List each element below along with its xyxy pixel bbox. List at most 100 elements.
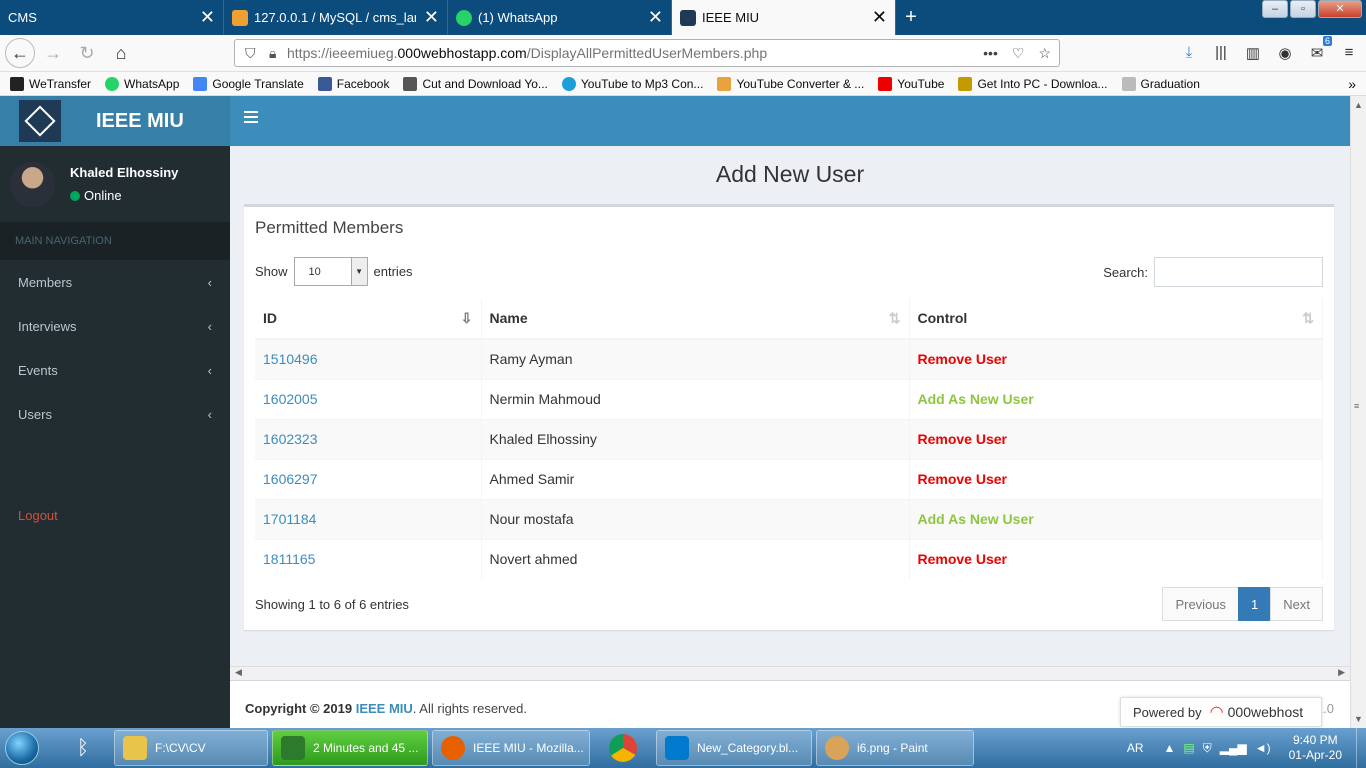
- tab-title: 127.0.0.1 / MySQL / cms_larave: [254, 10, 416, 25]
- chevron-right-icon[interactable]: »: [1348, 76, 1356, 92]
- taskbar-item-vscode[interactable]: New_Category.bl...: [656, 730, 812, 766]
- network-icon[interactable]: ▂▄▆: [1220, 741, 1247, 755]
- remove-user-button[interactable]: Remove User: [909, 458, 1323, 499]
- home-icon[interactable]: ⌂: [105, 37, 137, 69]
- show-desktop-button[interactable]: [1356, 728, 1366, 768]
- bookmark-facebook[interactable]: Facebook: [317, 76, 389, 91]
- next-page-button[interactable]: Next: [1270, 587, 1323, 621]
- security-icon[interactable]: ⛨: [1203, 741, 1212, 756]
- vertical-scrollbar[interactable]: ▲ ≡ ▼: [1350, 96, 1366, 728]
- new-tab-button[interactable]: +: [896, 0, 926, 35]
- add-as-new-user-button[interactable]: Add As New User: [909, 498, 1323, 539]
- bookmark-graduation[interactable]: Graduation: [1121, 76, 1200, 91]
- close-icon[interactable]: ✕: [872, 7, 887, 28]
- remove-user-button[interactable]: Remove User: [909, 418, 1323, 459]
- close-icon[interactable]: ✕: [648, 7, 663, 28]
- sidebar-item-events[interactable]: Events ‹: [0, 348, 230, 392]
- battery-icon[interactable]: ▤: [1183, 741, 1194, 755]
- lock-icon[interactable]: 🔒︎: [269, 45, 276, 62]
- bookmark-google-translate[interactable]: Google Translate: [193, 76, 304, 91]
- member-id[interactable]: 1701184: [255, 498, 482, 539]
- bookmark-star-icon[interactable]: ☆: [1038, 45, 1051, 62]
- scroll-left-icon[interactable]: ◀: [235, 667, 242, 678]
- bookmark-whatsapp[interactable]: WhatsApp: [105, 76, 179, 91]
- back-arrow-icon[interactable]: ←: [5, 38, 35, 68]
- tab-phpmyadmin[interactable]: 127.0.0.1 / MySQL / cms_larave ✕: [224, 0, 448, 35]
- account-icon[interactable]: ◉: [1276, 44, 1294, 62]
- scroll-down-icon[interactable]: ▼: [1354, 714, 1363, 724]
- member-id[interactable]: 1510496: [255, 338, 482, 379]
- bookmark-cut-download[interactable]: Cut and Download Yo...: [403, 76, 548, 91]
- member-id[interactable]: 1602323: [255, 418, 482, 459]
- page-length-select[interactable]: 10 ▼: [293, 257, 368, 286]
- remove-user-button[interactable]: Remove User: [909, 338, 1323, 379]
- volume-icon[interactable]: ◄): [1255, 741, 1271, 755]
- close-icon[interactable]: ✕: [424, 7, 439, 28]
- taskbar-item-firefox[interactable]: IEEE MIU - Mozilla...: [432, 730, 590, 766]
- minimize-button[interactable]: –: [1262, 0, 1288, 18]
- sidebar-item-members[interactable]: Members ‹: [0, 260, 230, 304]
- taskbar-item-paint[interactable]: i6.png - Paint: [816, 730, 974, 766]
- maximize-button[interactable]: ▫: [1290, 0, 1316, 18]
- sidebar-item-interviews[interactable]: Interviews ‹: [0, 304, 230, 348]
- tab-ieee-miu[interactable]: IEEE MIU ✕: [672, 0, 896, 35]
- member-id[interactable]: 1606297: [255, 458, 482, 499]
- bookmark-youtube-converter[interactable]: YouTube Converter & ...: [717, 76, 864, 91]
- page-actions-icon[interactable]: •••: [983, 45, 998, 62]
- previous-page-button[interactable]: Previous: [1162, 587, 1240, 621]
- horizontal-scrollbar[interactable]: ◀ ▶: [230, 666, 1350, 680]
- member-id[interactable]: 1602005: [255, 378, 482, 419]
- library-icon[interactable]: |||: [1212, 44, 1230, 62]
- sidebar-icon[interactable]: ▥: [1244, 44, 1262, 62]
- window-close-button[interactable]: ✕: [1318, 0, 1362, 18]
- scroll-up-icon[interactable]: ▲: [1354, 100, 1363, 110]
- scroll-right-icon[interactable]: ▶: [1338, 667, 1345, 678]
- tab-cms[interactable]: CMS ✕: [0, 0, 224, 35]
- column-header-name[interactable]: Name ⇅: [481, 298, 910, 340]
- extension-icon[interactable]: ✉ 6: [1308, 36, 1332, 62]
- tab-title: CMS: [8, 10, 37, 25]
- progress-icon: [281, 736, 305, 760]
- search-input[interactable]: [1154, 257, 1323, 287]
- language-indicator[interactable]: AR: [1127, 741, 1144, 755]
- chrome-icon[interactable]: [604, 730, 642, 766]
- scroll-grip-icon[interactable]: ≡: [1354, 401, 1359, 411]
- download-icon[interactable]: ⤓: [1180, 44, 1198, 62]
- menu-icon[interactable]: ≡: [1340, 44, 1358, 62]
- taskbar-item-explorer[interactable]: F:\CV\CV: [114, 730, 268, 766]
- pocket-icon[interactable]: ♡: [1012, 45, 1025, 62]
- start-button[interactable]: [0, 728, 44, 768]
- taskbar-item-progress[interactable]: 2 Minutes and 45 ...: [272, 730, 428, 766]
- bookmark-youtube-mp3[interactable]: YouTube to Mp3 Con...: [561, 76, 703, 91]
- bluetooth-icon[interactable]: ᛒ: [64, 730, 102, 766]
- window-controls: – ▫ ✕: [1262, 0, 1362, 18]
- url-bar[interactable]: ⛉ 🔒︎ https://ieeemiueg.000webhostapp.com…: [234, 39, 1060, 67]
- tab-title: IEEE MIU: [702, 10, 760, 25]
- forward-arrow-icon[interactable]: →: [37, 37, 69, 69]
- clock[interactable]: 9:40 PM 01-Apr-20: [1289, 733, 1342, 763]
- page-1-button[interactable]: 1: [1238, 587, 1272, 621]
- shield-icon[interactable]: ⛉: [245, 45, 256, 62]
- bookmark-wetransfer[interactable]: WeTransfer: [10, 76, 91, 91]
- column-header-control[interactable]: Control ⇅: [909, 298, 1323, 340]
- add-as-new-user-button[interactable]: Add As New User: [909, 378, 1323, 419]
- sidebar: IEEE MIU Khaled Elhossiny Online MAIN NA…: [0, 96, 230, 728]
- reload-icon[interactable]: ↻: [71, 37, 103, 69]
- chevron-left-icon: ‹: [207, 318, 212, 334]
- hamburger-menu-icon[interactable]: [244, 111, 258, 126]
- remove-user-button[interactable]: Remove User: [909, 538, 1323, 579]
- member-id[interactable]: 1811165: [255, 538, 482, 579]
- logout-link[interactable]: Logout: [0, 508, 230, 523]
- logo[interactable]: IEEE MIU: [0, 96, 230, 146]
- column-header-id[interactable]: ID ⇩: [255, 298, 482, 340]
- tab-whatsapp[interactable]: (1) WhatsApp ✕: [448, 0, 672, 35]
- footer-brand-link[interactable]: IEEE MIU: [356, 701, 413, 716]
- bookmark-youtube[interactable]: YouTube: [878, 76, 944, 91]
- show-hidden-icons-icon[interactable]: ▲: [1164, 741, 1176, 755]
- search-control: Search:: [1103, 257, 1323, 287]
- powered-by-badge[interactable]: Powered by ◠ 000webhost: [1120, 697, 1322, 727]
- close-icon[interactable]: ✕: [200, 7, 215, 28]
- content-area: Add New User Permitted Members Show 10 ▼ …: [230, 146, 1350, 728]
- sidebar-item-users[interactable]: Users ‹: [0, 392, 230, 436]
- bookmark-getintopc[interactable]: Get Into PC - Downloa...: [958, 76, 1108, 91]
